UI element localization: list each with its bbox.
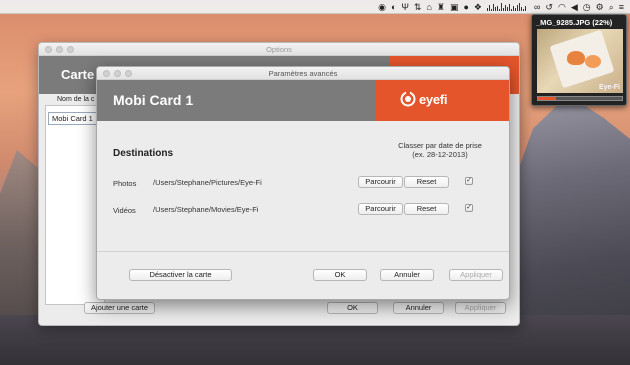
preview-title: _MG_9285.JPG (22%) [536,18,613,27]
eyefi-brand-banner: eyefi [376,80,509,121]
close-button[interactable] [45,46,52,53]
zoom-button[interactable] [67,46,74,53]
preview-photo: Eye-Fi [537,29,623,93]
minimize-button[interactable] [56,46,63,53]
dialog-titlebar[interactable]: Paramètres avancés [97,67,509,80]
eyefi-logo-text: eyefi [419,91,448,107]
ok-button[interactable]: OK [327,302,378,314]
eyefi-logo: eyefi [400,91,447,107]
backup-icon[interactable]: ◐ [391,0,396,14]
arrows-icon[interactable]: ⇅ [414,0,422,14]
window-controls [103,70,132,77]
clock-icon[interactable]: ◷ [583,0,591,14]
photo-fox [585,55,601,68]
window-controls [45,46,74,53]
upload-progress-fill [538,97,557,100]
videos-reset-button[interactable]: Reset [404,203,449,215]
cancel-button[interactable]: Annuler [393,302,444,314]
options-window-title: Options [266,45,292,54]
disable-card-button[interactable]: Désactiver la carte [129,269,232,281]
close-button[interactable] [103,70,110,77]
preview-brand: Eye-Fi [598,84,620,91]
photo-fox [567,51,585,65]
list-icon[interactable]: ≡ [619,0,624,14]
activity-graph[interactable] [487,2,529,11]
sort-label-line2: (ex. 28-12-2013) [412,150,468,159]
menu-bar: ◉ ◐ Ψ ⇅ ⌂ ♜ ▣ ● ❖ ∞ ↺ ◠ ◀ ◷ ⚙ ⌕ ≡ [0,0,630,14]
photos-label: Photos [113,179,137,188]
ok-button[interactable]: OK [313,269,367,281]
advanced-settings-dialog: Paramètres avancés Mobi Card 1 eyefi Cla… [96,66,510,300]
home-icon[interactable]: ⌂ [426,0,431,14]
gear-icon[interactable]: ⚙ [596,0,604,14]
eyefi-logo-icon [400,91,416,107]
link-icon[interactable]: ∞ [534,0,540,14]
cancel-button[interactable]: Annuler [380,269,434,281]
destinations-heading: Destinations [113,148,174,159]
videos-label: Vidéos [113,206,136,215]
apply-button[interactable]: Appliquer [449,269,503,281]
sort-label-line1: Classer par date de prise [398,141,482,150]
media-icon[interactable]: ● [463,0,468,14]
upload-preview-window[interactable]: _MG_9285.JPG (22%) Eye-Fi [531,14,627,106]
dialog-header: Mobi Card 1 eyefi [97,80,509,121]
photos-reset-button[interactable]: Reset [404,176,449,188]
dropbox-icon[interactable]: ❖ [474,0,482,14]
dialog-body: Classer par date de prise (ex. 28-12-201… [97,121,509,299]
minimize-button[interactable] [114,70,121,77]
card-name-title: Mobi Card 1 [113,92,194,108]
zoom-button[interactable] [125,70,132,77]
wifi-icon[interactable]: ◠ [558,0,566,14]
videos-path: /Users/Stephane/Movies/Eye-Fi [153,205,259,214]
upload-progress-bar [537,96,623,101]
options-header-title: Carte [61,67,95,82]
sort-by-date-label: Classer par date de prise (ex. 28-12-201… [385,141,495,159]
photos-browse-button[interactable]: Parcourir [358,176,403,188]
videos-sort-checkbox[interactable]: ✓ [465,204,473,212]
display-icon[interactable]: ▣ [450,0,459,14]
photos-path: /Users/Stephane/Pictures/Eye-Fi [153,178,262,187]
add-card-button[interactable]: Ajouter une carte [84,302,155,314]
network-icon[interactable]: Ψ [401,0,409,14]
hat-icon[interactable]: ♜ [437,0,445,14]
search-icon[interactable]: ⌕ [609,0,614,14]
photos-sort-checkbox[interactable]: ✓ [465,177,473,185]
apply-button[interactable]: Appliquer [455,302,506,314]
rss-icon[interactable]: ◉ [378,0,386,14]
videos-browse-button[interactable]: Parcourir [358,203,403,215]
dialog-title: Paramètres avancés [268,69,338,78]
volume-icon[interactable]: ◀ [571,0,578,14]
time-machine-icon[interactable]: ↺ [545,0,553,14]
card-list-item-label: Mobi Card 1 [48,112,97,125]
dialog-divider [97,251,509,252]
options-titlebar[interactable]: Options [39,43,519,56]
